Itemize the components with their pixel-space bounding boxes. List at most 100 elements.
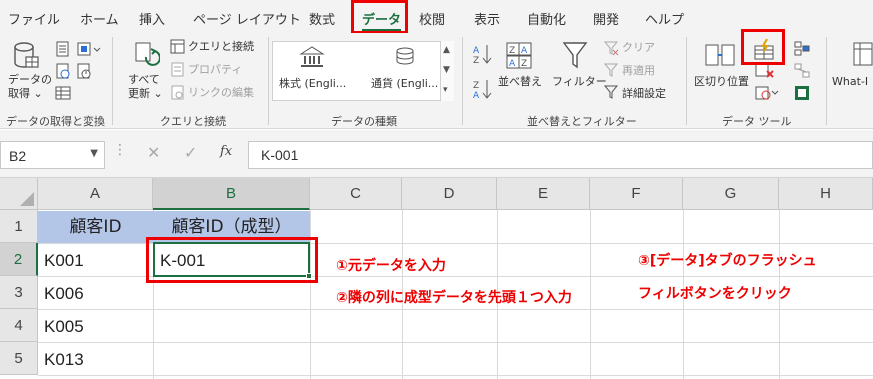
tab-page-layout[interactable]: ページ レイアウト bbox=[193, 9, 301, 28]
queries-connections-icon[interactable] bbox=[170, 39, 185, 54]
note-step-3: ③[データ]タブのフラッシュ bbox=[638, 253, 817, 269]
select-all-corner[interactable] bbox=[0, 178, 38, 210]
svg-text:A: A bbox=[473, 46, 480, 56]
filter-icon[interactable] bbox=[562, 41, 588, 71]
group-queries-connections: クエリと接続 bbox=[160, 115, 226, 128]
tab-home[interactable]: ホーム bbox=[80, 9, 119, 28]
database-icon bbox=[14, 42, 39, 68]
formula-input[interactable]: K-001 bbox=[248, 141, 873, 169]
currency-icon[interactable] bbox=[392, 45, 418, 69]
consolidate-icon[interactable] bbox=[794, 41, 810, 57]
text-to-columns-label[interactable]: 区切り位置 bbox=[694, 75, 749, 89]
gallery-more-icon[interactable]: ▾ bbox=[443, 85, 448, 95]
insert-function-icon[interactable]: fx bbox=[220, 144, 232, 159]
chevron-up-icon[interactable]: ▲ bbox=[443, 45, 450, 55]
cancel-icon: ✕ bbox=[147, 143, 161, 162]
data-tab-highlight bbox=[351, 0, 408, 34]
get-data-label[interactable]: データの bbox=[8, 73, 52, 87]
from-table-icon[interactable] bbox=[55, 85, 71, 101]
sort-icon[interactable]: Z A A Z bbox=[505, 41, 533, 71]
sort-ascending-icon[interactable]: A Z bbox=[472, 43, 494, 65]
tab-automate[interactable]: 自動化 bbox=[527, 9, 566, 28]
col-header-d[interactable]: D bbox=[402, 178, 497, 210]
stocks-label[interactable]: 株式 (Engli... bbox=[279, 77, 346, 91]
name-box-dropdown-icon[interactable]: ▼ bbox=[90, 148, 98, 159]
currency-label[interactable]: 通貨 (Engli... bbox=[371, 77, 438, 91]
name-box[interactable]: B2 ▼ bbox=[0, 141, 105, 169]
queries-connections-label[interactable]: クエリと接続 bbox=[188, 40, 254, 54]
col-header-c[interactable]: C bbox=[310, 178, 402, 210]
sort-label[interactable]: 並べ替え bbox=[498, 75, 542, 89]
clear-label: クリア bbox=[622, 41, 655, 54]
group-sort-filter: 並べ替えとフィルター bbox=[527, 115, 637, 128]
recent-sources-icon[interactable] bbox=[76, 41, 102, 57]
edit-links-label: リンクの編集 bbox=[188, 86, 254, 99]
col-header-e[interactable]: E bbox=[497, 178, 590, 210]
group-data-types: データの種類 bbox=[331, 115, 397, 128]
cell-a1[interactable]: 顧客ID bbox=[38, 211, 153, 243]
col-header-g[interactable]: G bbox=[683, 178, 779, 210]
more-options-icon[interactable]: ⋮ bbox=[113, 142, 127, 158]
reapply-icon bbox=[604, 63, 619, 77]
row-header-2[interactable]: 2 bbox=[0, 243, 38, 276]
gallery-scroll[interactable]: ▲ ▼ ▾ bbox=[440, 41, 454, 101]
col-header-h[interactable]: H bbox=[779, 178, 873, 210]
what-if-label[interactable]: What-I bbox=[832, 75, 868, 89]
text-to-columns-icon[interactable] bbox=[704, 41, 736, 71]
advanced-label[interactable]: 詳細設定 bbox=[622, 87, 666, 101]
tab-formulas[interactable]: 数式 bbox=[309, 9, 335, 28]
refresh-all-label-2[interactable]: 更新 ⌄ bbox=[128, 87, 163, 101]
cell-a2[interactable]: K001 bbox=[44, 251, 84, 271]
b2-highlight bbox=[146, 237, 318, 283]
data-validation-icon[interactable] bbox=[755, 85, 779, 101]
note-step-3-cont: フィルボタンをクリック bbox=[638, 286, 792, 302]
row-header-5[interactable]: 5 bbox=[0, 342, 38, 375]
existing-connections-icon[interactable] bbox=[76, 63, 92, 79]
row-header-4[interactable]: 4 bbox=[0, 309, 38, 342]
tab-help[interactable]: ヘルプ bbox=[645, 9, 684, 28]
properties-icon bbox=[171, 62, 184, 77]
get-data-label-2[interactable]: 取得 ⌄ bbox=[8, 87, 43, 101]
edit-links-icon bbox=[171, 85, 184, 100]
from-web-icon[interactable] bbox=[55, 63, 71, 79]
col-header-f[interactable]: F bbox=[590, 178, 683, 210]
refresh-all-label[interactable]: すべて bbox=[128, 73, 160, 87]
formula-bar: B2 ▼ ⋮ ✕ ✓ fx K-001 bbox=[0, 130, 873, 178]
name-box-value[interactable]: B2 bbox=[9, 148, 26, 164]
data-model-icon[interactable] bbox=[794, 85, 810, 101]
svg-text:Z: Z bbox=[473, 56, 479, 65]
svg-text:Z: Z bbox=[521, 59, 527, 69]
remove-duplicates-icon[interactable] bbox=[755, 63, 775, 79]
refresh-all-icon[interactable] bbox=[132, 41, 160, 71]
tab-insert[interactable]: 挿入 bbox=[139, 9, 165, 28]
spreadsheet-grid: A B C D E F G H 1 2 3 4 5 顧客ID 顧客ID（成型） … bbox=[0, 178, 873, 379]
from-text-icon[interactable] bbox=[55, 41, 71, 57]
formula-value[interactable]: K-001 bbox=[261, 147, 298, 163]
row-header-3[interactable]: 3 bbox=[0, 276, 38, 309]
relationships-icon[interactable] bbox=[794, 63, 810, 79]
chevron-down-icon[interactable]: ▼ bbox=[443, 65, 450, 75]
cell-a4[interactable]: K005 bbox=[44, 317, 84, 337]
note-step-1: ①元データを入力 bbox=[336, 258, 446, 274]
group-get-transform: データの取得と変換 bbox=[6, 115, 105, 128]
svg-text:A: A bbox=[521, 46, 528, 56]
tab-developer[interactable]: 開発 bbox=[593, 9, 619, 28]
tab-file[interactable]: ファイル bbox=[8, 9, 60, 28]
cell-a3[interactable]: K006 bbox=[44, 284, 84, 304]
advanced-filter-icon[interactable] bbox=[604, 85, 619, 100]
filter-label[interactable]: フィルター bbox=[552, 75, 607, 89]
tab-view[interactable]: 表示 bbox=[474, 9, 500, 28]
reapply-label: 再適用 bbox=[622, 64, 655, 77]
col-header-a[interactable]: A bbox=[38, 178, 153, 210]
flash-fill-highlight bbox=[741, 29, 785, 65]
stocks-icon[interactable] bbox=[299, 45, 325, 69]
svg-text:Z: Z bbox=[473, 81, 479, 91]
select-all-triangle-icon[interactable] bbox=[0, 178, 38, 210]
tab-review[interactable]: 校閲 bbox=[419, 9, 445, 28]
row-header-1[interactable]: 1 bbox=[0, 210, 38, 243]
cell-a5[interactable]: K013 bbox=[44, 350, 84, 370]
sort-descending-icon[interactable]: Z A bbox=[472, 78, 494, 100]
what-if-icon[interactable] bbox=[848, 41, 873, 71]
svg-text:Z: Z bbox=[509, 46, 515, 56]
col-header-b[interactable]: B bbox=[153, 178, 310, 210]
